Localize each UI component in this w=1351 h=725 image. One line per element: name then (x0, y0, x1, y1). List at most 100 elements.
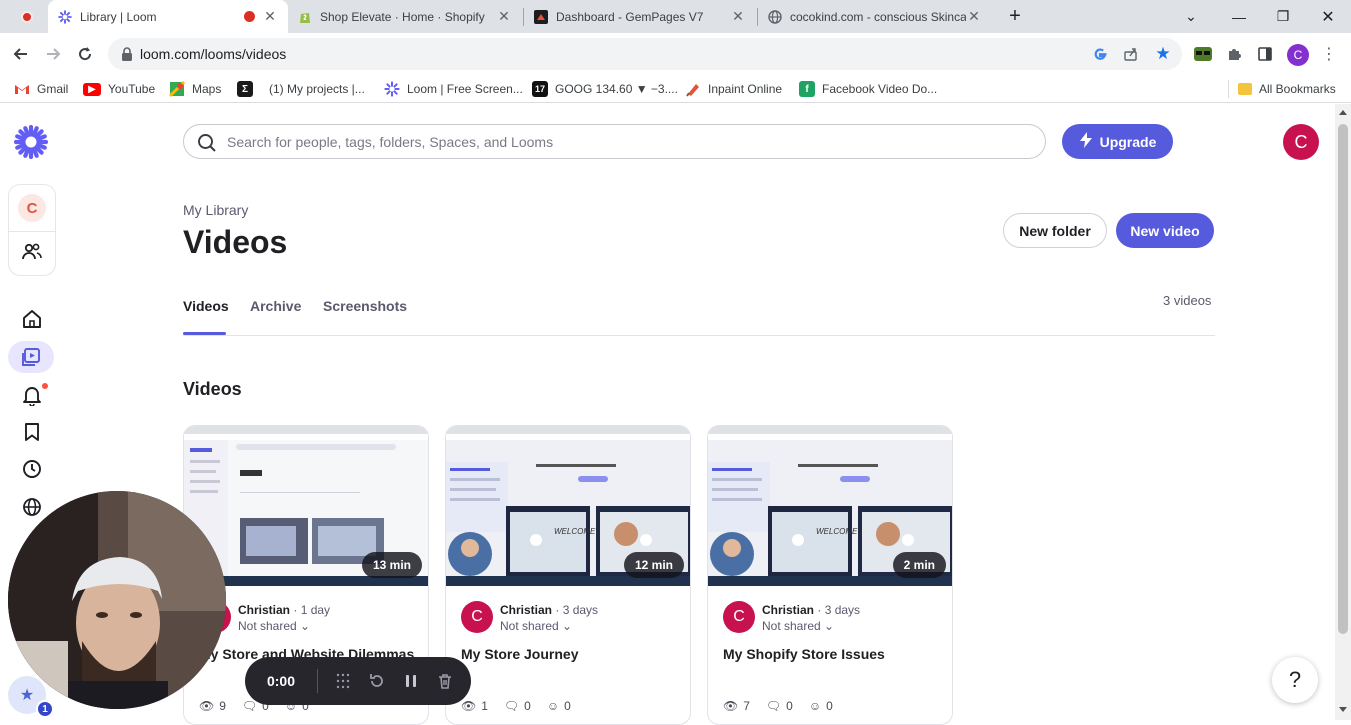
sharing-dropdown[interactable]: Not shared ⌄ (762, 619, 834, 633)
tab-gempages[interactable]: Dashboard - GemPages V7 ✕ (524, 0, 756, 33)
tab-cocokind[interactable]: cocokind.com - conscious Skinca ✕ (758, 0, 992, 33)
svg-text:WELCOME: WELCOME (554, 527, 596, 536)
history-clock-icon[interactable] (20, 457, 44, 481)
eye-icon: 👁 (199, 699, 215, 713)
side-panel-icon[interactable] (1255, 44, 1275, 64)
sharing-status: Not shared (762, 619, 821, 633)
bookmark-label: Loom | Free Screen... (407, 82, 523, 96)
bookmark-inpaint[interactable]: Inpaint Online (685, 80, 782, 98)
sharing-dropdown[interactable]: Not shared ⌄ (500, 619, 572, 633)
browser-profile-avatar[interactable]: C (1287, 44, 1309, 66)
tab-search-icon[interactable]: ⌄ (1168, 0, 1214, 33)
bookmark-loom[interactable]: Loom | Free Screen... (384, 80, 523, 98)
video-thumbnail[interactable]: WELCOME 2 min (708, 426, 952, 586)
bookmark-projects[interactable]: (1) My projects |... (269, 80, 365, 98)
svg-text:WELCOME: WELCOME (816, 527, 858, 536)
close-tab-icon[interactable]: ✕ (496, 8, 512, 25)
views-count: 7 (743, 699, 750, 713)
home-icon[interactable] (20, 307, 44, 331)
share-icon[interactable] (1122, 45, 1140, 63)
bookmark-zapier[interactable]: Σ (237, 80, 260, 98)
loom-logo-icon[interactable] (13, 124, 49, 160)
video-card[interactable]: WELCOME 12 min C Christian · 3 days Not … (445, 425, 691, 725)
new-folder-button[interactable]: New folder (1003, 213, 1107, 248)
pause-icon[interactable] (394, 665, 427, 698)
close-window-icon[interactable]: ✕ (1305, 0, 1351, 33)
reactions-count: 0 (564, 699, 571, 713)
video-age: 3 days (824, 603, 861, 617)
author-line: Christian · 3 days (762, 603, 861, 617)
scroll-thumb[interactable] (1338, 124, 1348, 634)
tab-library-loom[interactable]: Library | Loom ✕ (48, 0, 288, 33)
duration-badge: 2 min (892, 552, 946, 578)
upgrade-button[interactable]: Upgrade (1062, 124, 1173, 159)
author-name[interactable]: Christian (762, 603, 814, 617)
author-name[interactable]: Christian (238, 603, 290, 617)
divider (9, 231, 55, 232)
library-videos-icon[interactable] (8, 341, 54, 373)
video-title[interactable]: My Shopify Store Issues (723, 646, 885, 662)
user-avatar[interactable]: C (1283, 124, 1319, 160)
bookmark-facebook-video[interactable]: f Facebook Video Do... (799, 80, 937, 98)
close-tab-icon[interactable]: ✕ (966, 8, 982, 25)
workspace-avatar[interactable]: C (18, 194, 46, 222)
video-thumbnail[interactable]: 13 min (184, 426, 428, 586)
lightning-icon (1079, 131, 1093, 152)
youtube-icon: ▶ (83, 82, 101, 96)
tab-archive[interactable]: Archive (250, 298, 301, 314)
tab-screenshots[interactable]: Screenshots (323, 298, 407, 314)
trash-icon[interactable] (428, 665, 461, 698)
spaces-globe-icon[interactable] (20, 495, 44, 519)
extension-glasses-icon[interactable] (1193, 44, 1213, 64)
bookmark-maps[interactable]: Maps (169, 80, 221, 98)
page-scrollbar[interactable] (1335, 104, 1351, 720)
author-name[interactable]: Christian (500, 603, 552, 617)
new-tab-button[interactable]: + (992, 0, 1038, 33)
all-bookmarks[interactable]: All Bookmarks (1238, 80, 1336, 98)
lock-icon (120, 46, 134, 62)
breadcrumb[interactable]: My Library (183, 202, 248, 218)
comments-stat: 🗨 0 (504, 699, 531, 713)
tab-recording-icon (242, 10, 256, 24)
video-card[interactable]: WELCOME 2 min C Christian · 3 days Not s… (707, 425, 953, 725)
sharing-dropdown[interactable]: Not shared ⌄ (238, 619, 310, 633)
address-bar[interactable]: loom.com/looms/videos ★ (108, 38, 1182, 70)
sharing-status: Not shared (500, 619, 559, 633)
tab-videos[interactable]: Videos (183, 298, 229, 314)
scroll-up-icon[interactable] (1339, 110, 1347, 115)
sharing-status: Not shared (238, 619, 297, 633)
browser-menu-icon[interactable]: ⋮ (1319, 44, 1339, 64)
maximize-icon[interactable]: ❐ (1260, 0, 1306, 33)
video-title[interactable]: My Store Journey (461, 646, 578, 662)
video-count: 3 videos (1163, 293, 1212, 308)
close-tab-icon[interactable]: ✕ (730, 8, 746, 25)
close-tab-icon[interactable]: ✕ (262, 8, 278, 25)
comments-count: 0 (786, 699, 793, 713)
section-title: Videos (183, 379, 242, 399)
tab-shopify[interactable]: Shop Elevate · Home · Shopify ✕ (288, 0, 522, 33)
webcam-bubble[interactable] (8, 491, 226, 709)
grid-handle-icon[interactable] (326, 665, 359, 698)
reactions-stat: ☺ 0 (809, 699, 833, 713)
watch-later-bookmark-icon[interactable] (20, 420, 44, 444)
comment-icon: 🗨 (241, 699, 258, 713)
bookmark-star-icon[interactable]: ★ (1154, 44, 1172, 63)
bookmark-goog[interactable]: 17 GOOG 134.60 ▼ −3.... (532, 80, 678, 98)
video-thumbnail[interactable]: WELCOME 12 min (446, 426, 690, 586)
search-bar[interactable]: Search for people, tags, folders, Spaces… (183, 124, 1046, 159)
bookmark-youtube[interactable]: ▶ YouTube (83, 80, 155, 98)
reload-icon[interactable] (72, 41, 98, 67)
google-icon[interactable] (1091, 45, 1109, 63)
extensions-puzzle-icon[interactable] (1224, 44, 1244, 64)
people-icon[interactable] (21, 241, 43, 263)
help-button[interactable]: ? (1272, 657, 1318, 703)
minimize-icon[interactable]: — (1216, 0, 1262, 33)
tab-title: Library | Loom (80, 9, 157, 24)
restart-icon[interactable] (360, 665, 393, 698)
bookmark-gmail[interactable]: Gmail (14, 80, 68, 98)
forward-icon[interactable] (40, 41, 66, 67)
new-video-button[interactable]: New video (1116, 213, 1214, 248)
scroll-down-icon[interactable] (1339, 707, 1347, 712)
video-stats: 👁 7 🗨 0 ☺ 0 (723, 699, 833, 713)
back-icon[interactable] (8, 41, 34, 67)
